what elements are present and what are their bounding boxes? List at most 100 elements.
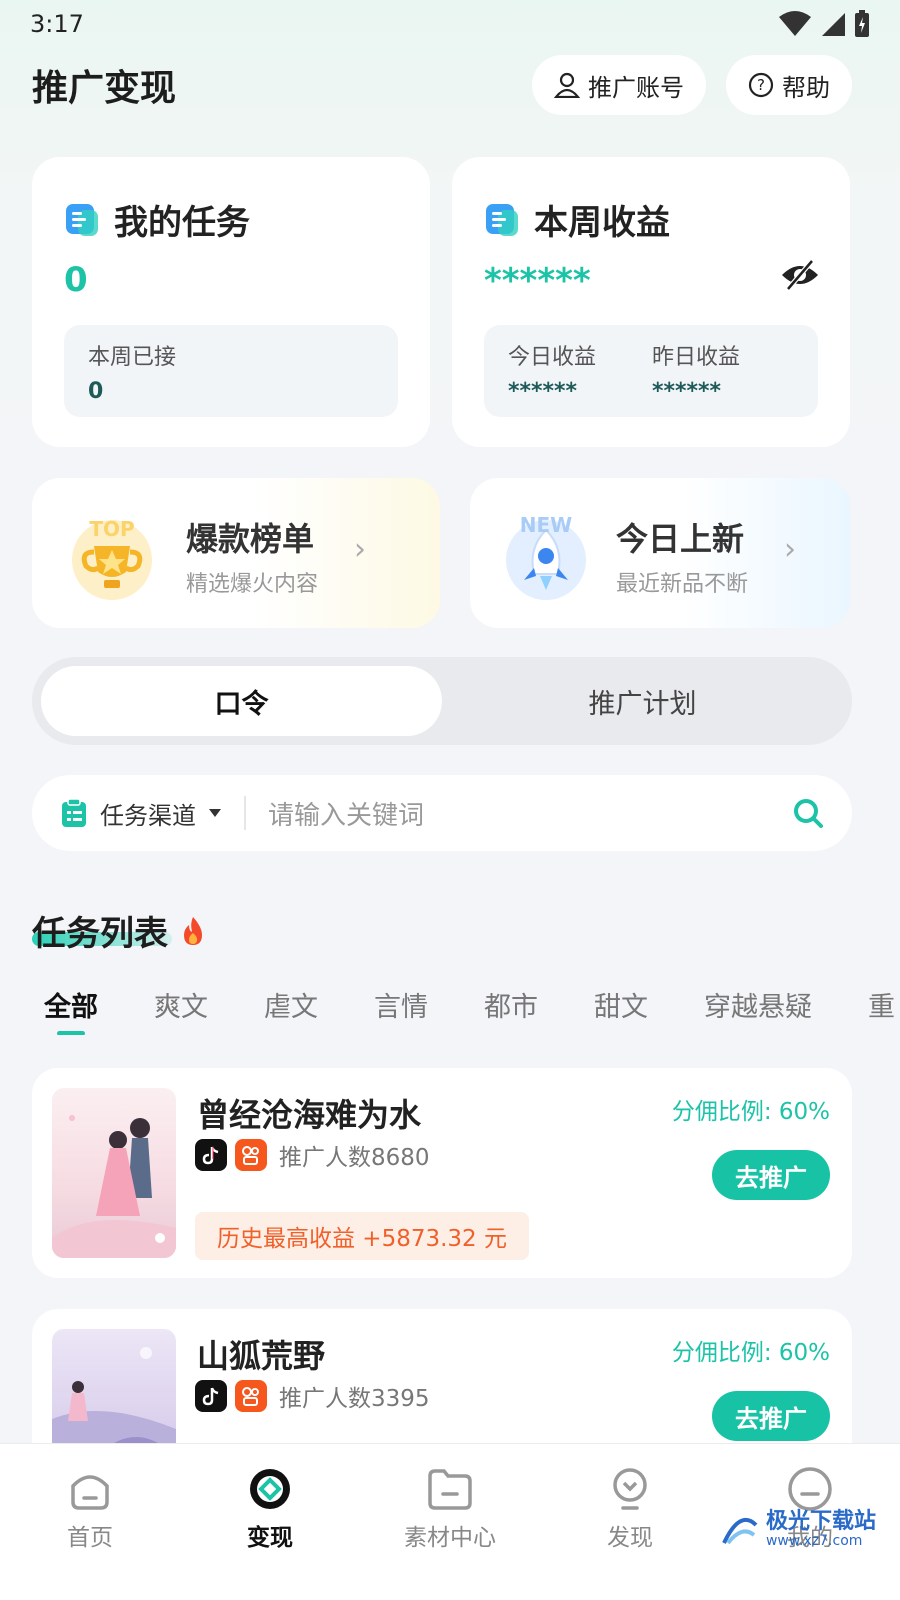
tab-promo-plan[interactable]: 推广计划 <box>442 666 843 736</box>
task-list-title: 任务列表 <box>32 906 206 955</box>
trophy-icon: TOP <box>72 517 152 600</box>
search-input[interactable]: 请输入关键词 <box>246 795 792 832</box>
weekly-earnings-title-row: 本周收益 <box>484 195 670 244</box>
category-tab-all[interactable]: 全部 <box>44 985 98 1035</box>
nav-home[interactable]: 首页 <box>20 1466 160 1600</box>
platform-row: 推广人数8680 <box>195 1138 430 1172</box>
rocket-icon: NEW <box>506 513 586 600</box>
week-accepted-value: 0 <box>88 379 104 404</box>
page-title: 推广变现 <box>32 68 177 109</box>
help-button[interactable]: ? 帮助 <box>726 55 852 115</box>
svg-text:?: ? <box>757 76 765 94</box>
commission-ratio: 分佣比例: 60% <box>671 1099 830 1125</box>
watermark: 极光下载站 www.xz7.com <box>720 1509 876 1550</box>
chevron-right-icon: › <box>354 532 366 567</box>
category-tab[interactable]: 穿越悬疑 <box>704 985 812 1035</box>
watermark-line2: www.xz7.com <box>765 1533 863 1550</box>
wifi-icon <box>779 11 811 36</box>
monetize-icon <box>250 1469 290 1509</box>
category-tabs: 全部 爽文 虐文 言情 都市 甜文 穿越悬疑 重 <box>44 985 900 1035</box>
nav-discover-label: 发现 <box>607 1525 653 1551</box>
help-icon: ? <box>748 72 774 98</box>
nav-materials[interactable]: 素材中心 <box>380 1466 520 1600</box>
nav-home-label: 首页 <box>67 1525 113 1551</box>
status-bar: 3:17 <box>0 0 900 48</box>
search-icon[interactable] <box>792 797 824 829</box>
hot-ranking-subtitle: 精选爆火内容 <box>186 572 319 597</box>
nav-discover[interactable]: 发现 <box>560 1466 700 1600</box>
category-tab[interactable]: 言情 <box>374 985 428 1035</box>
status-time: 3:17 <box>30 10 84 38</box>
nav-materials-label: 素材中心 <box>404 1525 496 1551</box>
rocket-badge: NEW <box>520 513 572 537</box>
promo-account-label: 推广账号 <box>588 73 684 102</box>
category-tab[interactable]: 重 <box>868 985 895 1035</box>
platform-row: 推广人数3395 <box>195 1379 430 1413</box>
watermark-text: 极光下载站 www.xz7.com <box>765 1509 876 1550</box>
new-today-card[interactable]: NEW 今日上新 最近新品不断 › <box>470 478 850 628</box>
hot-ranking-title: 爆款榜单 <box>186 520 315 558</box>
caret-down-icon <box>209 809 221 817</box>
book-title: 曾经沧海难为水 <box>197 1096 422 1134</box>
watermark-logo-icon <box>722 1517 758 1545</box>
daily-earnings-box: 今日收益 ****** 昨日收益 ****** <box>484 325 818 417</box>
user-icon <box>554 72 580 98</box>
task-doc-icon <box>66 203 98 236</box>
mode-segment: 口令 推广计划 <box>32 657 852 745</box>
search-bar: 任务渠道 请输入关键词 <box>32 775 852 851</box>
task-channel-dropdown[interactable]: 任务渠道 <box>60 796 246 830</box>
profile-icon <box>788 1467 832 1511</box>
weekly-earnings-masked: ****** <box>484 261 591 301</box>
today-earnings-value: ****** <box>508 379 578 404</box>
tab-password[interactable]: 口令 <box>41 666 442 736</box>
category-tab[interactable]: 甜文 <box>594 985 648 1035</box>
task-list-title-text: 任务列表 <box>32 914 168 954</box>
hot-ranking-card[interactable]: TOP 爆款榜单 精选爆火内容 › <box>32 478 440 628</box>
task-channel-label: 任务渠道 <box>100 801 196 830</box>
eye-hidden-icon[interactable] <box>780 257 820 293</box>
task-card[interactable]: 曾经沧海难为水 推广人数8680 分佣比例: 60% 去推广 历史最高收益 +5… <box>32 1068 852 1278</box>
max-earning-badge: 历史最高收益 +5873.32 元 <box>195 1212 530 1260</box>
category-tab[interactable]: 爽文 <box>154 985 208 1035</box>
header-actions: 推广账号 ? 帮助 <box>532 55 852 115</box>
new-today-title: 今日上新 <box>616 520 745 558</box>
page-header: 推广变现 推广账号 ? 帮助 <box>32 55 852 115</box>
week-accepted-box: 本周已接 0 <box>64 325 398 417</box>
chevron-right-icon: › <box>784 532 796 567</box>
lightbulb-icon <box>613 1468 647 1510</box>
promo-account-button[interactable]: 推广账号 <box>532 55 706 115</box>
promoter-count: 推广人数8680 <box>279 1145 430 1171</box>
trophy-badge: TOP <box>89 517 134 541</box>
weekly-earnings-card[interactable]: 本周收益 ****** 今日收益 ****** 昨日收益 ****** <box>452 157 850 447</box>
category-tab[interactable]: 都市 <box>484 985 538 1035</box>
nav-monetize[interactable]: 变现 <box>200 1466 340 1600</box>
signal-icon <box>822 13 845 36</box>
today-earnings-label: 今日收益 <box>508 345 597 370</box>
douyin-icon <box>195 1380 227 1412</box>
clipboard-icon <box>62 798 86 827</box>
kuaishou-icon <box>235 1380 267 1412</box>
cover-illustration <box>52 1115 176 1258</box>
my-tasks-title: 我的任务 <box>114 203 250 243</box>
my-tasks-card[interactable]: 我的任务 0 本周已接 0 <box>32 157 430 447</box>
new-today-subtitle: 最近新品不断 <box>616 572 749 597</box>
battery-icon <box>855 10 869 37</box>
my-tasks-title-row: 我的任务 <box>64 195 250 244</box>
fire-icon <box>183 917 202 945</box>
week-accepted-label: 本周已接 <box>88 345 177 370</box>
promoter-count: 推广人数3395 <box>279 1386 430 1412</box>
book-title: 山狐荒野 <box>197 1337 326 1375</box>
yesterday-earnings-value: ****** <box>652 379 722 404</box>
douyin-icon <box>195 1139 227 1171</box>
watermark-line1: 极光下载站 <box>765 1509 876 1534</box>
status-icons <box>778 10 870 38</box>
promote-button[interactable]: 去推广 <box>712 1150 830 1200</box>
home-icon <box>71 1475 109 1510</box>
book-cover <box>52 1088 176 1258</box>
help-label: 帮助 <box>782 73 830 102</box>
category-tab[interactable]: 虐文 <box>264 985 318 1035</box>
promote-button[interactable]: 去推广 <box>712 1391 830 1441</box>
nav-monetize-label: 变现 <box>247 1525 293 1551</box>
my-tasks-count: 0 <box>64 260 88 300</box>
commission-ratio: 分佣比例: 60% <box>671 1340 830 1366</box>
